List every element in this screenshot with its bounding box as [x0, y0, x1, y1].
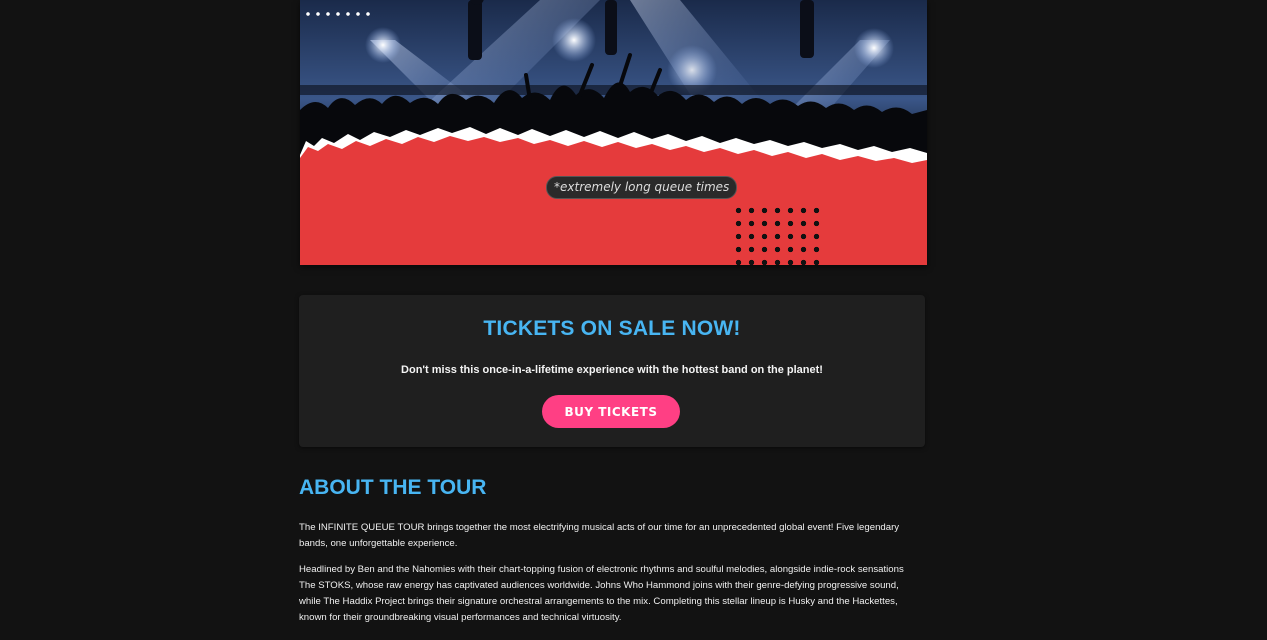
tickets-card: TICKETS ON SALE NOW! Don't miss this onc… — [299, 295, 925, 447]
hero-banner: *extremely long queue times — [300, 0, 927, 265]
decorative-dots-bottom — [732, 204, 823, 265]
about-paragraph-1: The INFINITE QUEUE TOUR brings together … — [299, 522, 900, 549]
about-paragraph-2: Headlined by Ben and the Nahomies with t… — [299, 564, 904, 623]
tickets-heading: TICKETS ON SALE NOW! — [483, 317, 741, 340]
decorative-dots-top — [303, 10, 375, 18]
queue-times-badge: *extremely long queue times — [546, 176, 738, 199]
buy-tickets-button[interactable]: BUY TICKETS — [542, 395, 680, 428]
about-title: ABOUT THE TOUR — [299, 476, 487, 499]
concert-crowd-image — [300, 0, 927, 165]
tickets-description: Don't miss this once-in-a-lifetime exper… — [401, 364, 823, 376]
